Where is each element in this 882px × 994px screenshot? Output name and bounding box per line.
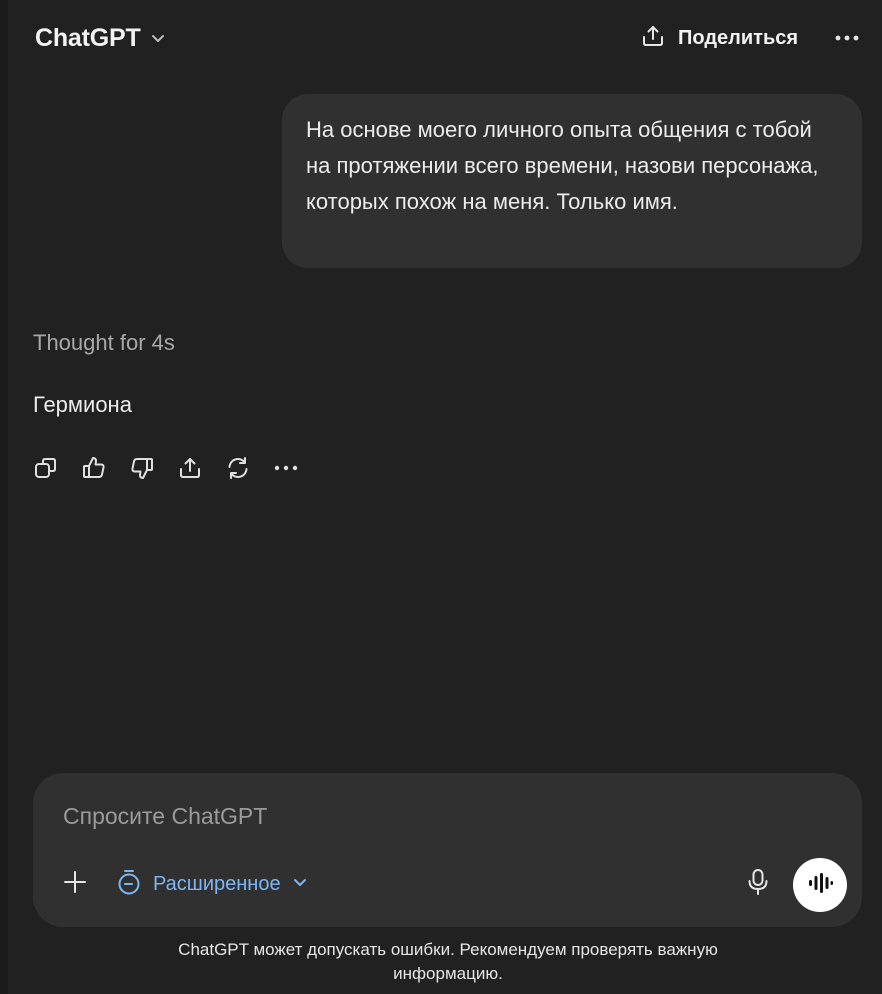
- thumbs-up-icon: [81, 455, 107, 481]
- regenerate-button[interactable]: [225, 451, 273, 485]
- model-switcher-button[interactable]: ChatGPT: [35, 20, 167, 56]
- assistant-message-text: Гермиона: [33, 392, 132, 417]
- ellipsis-icon: [834, 29, 860, 47]
- composer: Расширенное: [33, 773, 862, 927]
- thumbs-down-icon: [129, 455, 155, 481]
- add-attachment-button[interactable]: [61, 870, 89, 898]
- share-icon: [177, 455, 203, 481]
- copy-button[interactable]: [33, 451, 81, 485]
- share-button[interactable]: Поделиться: [640, 20, 798, 56]
- more-options-button[interactable]: [830, 24, 864, 52]
- share-icon: [640, 23, 666, 54]
- prompt-input[interactable]: [63, 799, 823, 833]
- good-response-button[interactable]: [81, 451, 129, 485]
- thought-duration-toggle[interactable]: Thought for 4s: [33, 330, 175, 356]
- message-actions: [33, 451, 321, 485]
- user-message-bubble: На основе моего личного опыта общения с …: [282, 94, 862, 268]
- user-message-text: На основе моего личного опыта общения с …: [306, 117, 819, 214]
- top-bar: ChatGPT Поделиться: [8, 0, 882, 76]
- share-message-button[interactable]: [177, 451, 225, 485]
- voice-waveform-icon: [806, 871, 834, 900]
- reasoning-mode-button[interactable]: Расширенное: [115, 868, 309, 900]
- more-icon: [273, 455, 299, 481]
- disclaimer-text: ChatGPT может допускать ошибки. Рекоменд…: [178, 940, 718, 983]
- share-label: Поделиться: [678, 26, 799, 49]
- microphone-icon: [746, 868, 770, 901]
- regenerate-icon: [225, 455, 251, 481]
- more-actions-button[interactable]: [273, 451, 321, 485]
- copy-icon: [33, 455, 59, 481]
- dictation-button[interactable]: [744, 868, 772, 901]
- chevron-down-icon: [291, 873, 309, 896]
- model-title: ChatGPT: [35, 23, 141, 52]
- bad-response-button[interactable]: [129, 451, 177, 485]
- chat-window: ChatGPT Поделиться На основе моего лично…: [0, 0, 882, 994]
- voice-mode-button[interactable]: [793, 858, 847, 912]
- reasoning-mode-label: Расширенное: [153, 872, 281, 895]
- chevron-down-icon: [149, 29, 167, 47]
- timer-icon: [115, 868, 143, 901]
- plus-icon: [63, 870, 87, 899]
